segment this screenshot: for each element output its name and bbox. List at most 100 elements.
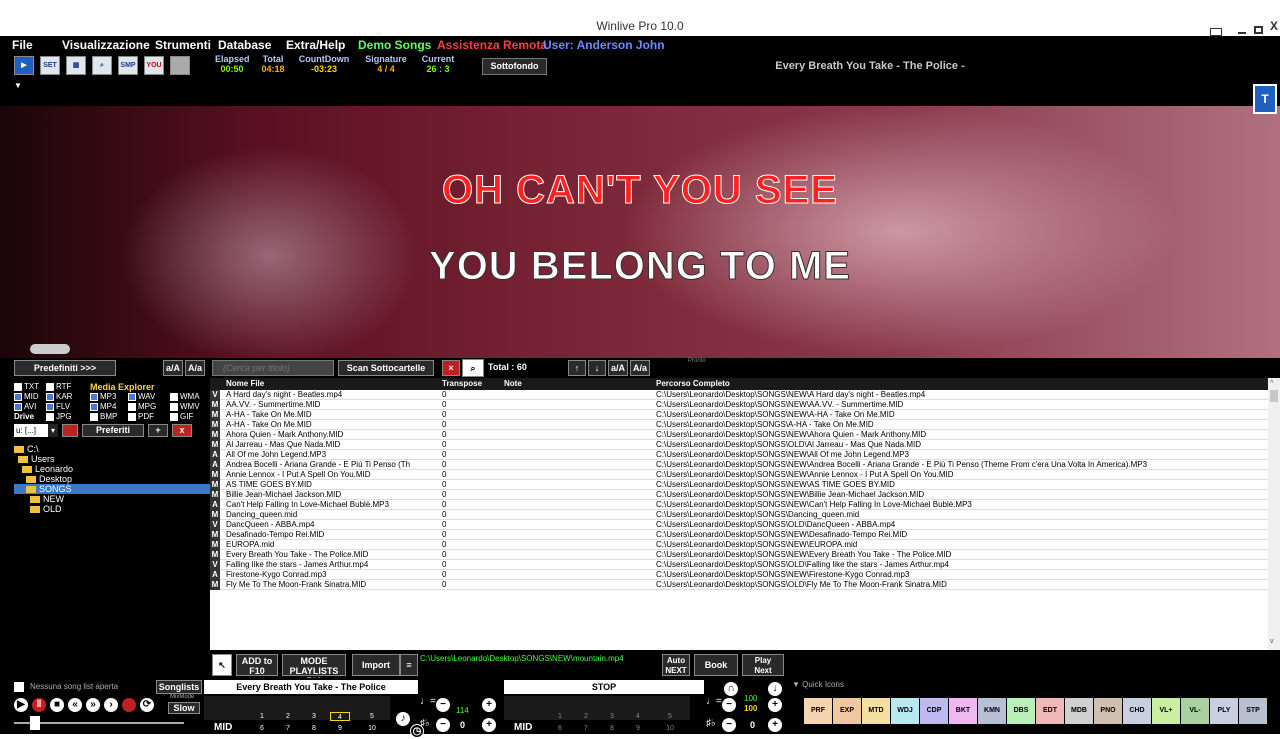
- deck2-num-4[interactable]: 4: [628, 712, 648, 721]
- menu-icon[interactable]: ≡: [400, 654, 418, 676]
- stop-icon[interactable]: ■: [50, 698, 64, 712]
- deck2-num-6[interactable]: 6: [550, 724, 570, 733]
- table-row[interactable]: M AA.VV. - Summertime.MID 0 C:\Users\Leonar…: [210, 400, 1280, 410]
- record-icon[interactable]: [122, 698, 136, 712]
- deck1-num-5[interactable]: 5: [362, 712, 382, 721]
- close-icon[interactable]: X: [1270, 20, 1278, 32]
- kar-checkbox[interactable]: [46, 392, 54, 401]
- quick-icon-mtd[interactable]: MTD: [862, 698, 890, 724]
- scroll-thumb[interactable]: [1270, 390, 1278, 402]
- minimize-icon[interactable]: [1238, 32, 1246, 34]
- download-icon[interactable]: ↓: [768, 682, 782, 696]
- flv-checkbox[interactable]: [46, 402, 54, 411]
- column-header-transpose[interactable]: Transpose: [442, 378, 482, 390]
- quick-icon-stp[interactable]: STP: [1239, 698, 1267, 724]
- bmp-checkbox[interactable]: [90, 412, 98, 421]
- scan-subfolders-button[interactable]: Scan Sottocartelle: [338, 360, 434, 376]
- mp4-checkbox[interactable]: [90, 402, 98, 411]
- grid-uppercase-button[interactable]: A/a: [630, 360, 650, 376]
- tempo-up-button[interactable]: +: [482, 698, 496, 712]
- grid-scrollbar[interactable]: ^ v: [1268, 378, 1280, 650]
- table-row[interactable]: V DancQueen - ABBA.mp4 0 C:\Users\Leonardo\…: [210, 520, 1280, 530]
- table-row[interactable]: M Dancing_queen.mid 0 C:\Users\Leonardo\Des…: [210, 510, 1280, 520]
- mode-button[interactable]: MODEPLAYLISTS F10: [282, 654, 346, 686]
- play-icon[interactable]: ▶: [14, 698, 28, 712]
- sottofondo-button[interactable]: Sottofondo: [482, 58, 547, 75]
- deck1-num-3[interactable]: 3: [304, 712, 324, 721]
- table-row[interactable]: M A-HA - Take On Me.MID 0 C:\Users\Leonardo…: [210, 410, 1280, 420]
- remove-favorite-button[interactable]: x: [172, 424, 192, 437]
- quick-icon-prf[interactable]: PRF: [804, 698, 832, 724]
- add-to-button[interactable]: ADD to F10: [236, 654, 278, 676]
- deck2-tempo-down-button[interactable]: −: [722, 698, 736, 712]
- caret-down-icon[interactable]: ▼: [14, 81, 22, 90]
- tempo-down-button[interactable]: −: [436, 698, 450, 712]
- move-up-button[interactable]: ↑: [568, 360, 586, 376]
- search-icon[interactable]: ⌕: [462, 359, 484, 377]
- wmv-checkbox[interactable]: [170, 402, 178, 411]
- deck1-num-1[interactable]: 1: [252, 712, 272, 721]
- search-input[interactable]: [212, 360, 334, 376]
- rewind-icon[interactable]: «: [68, 698, 82, 712]
- deck1-num-10[interactable]: 10: [362, 724, 382, 733]
- loop-icon[interactable]: ⟳: [140, 698, 154, 712]
- wma-checkbox[interactable]: [170, 392, 178, 401]
- uppercase-button[interactable]: A/a: [185, 360, 205, 376]
- tree-item-desktop[interactable]: Desktop: [14, 474, 210, 484]
- next-track-icon[interactable]: ›: [104, 698, 118, 712]
- forward-icon[interactable]: »: [86, 698, 100, 712]
- table-row[interactable]: M EUROPA.mid 0 C:\Users\Leonardo\Desktop\SO…: [210, 540, 1280, 550]
- deck2-num-10[interactable]: 10: [660, 724, 680, 733]
- maximize-icon[interactable]: [1254, 26, 1263, 34]
- table-row[interactable]: M Fly Me To The Moon-Frank Sinatra.MID 0 C:…: [210, 580, 1280, 590]
- chevron-down-icon[interactable]: ▾: [48, 424, 58, 437]
- quick-icon-edt[interactable]: EDT: [1036, 698, 1064, 724]
- menu-remote[interactable]: Assistenza Remota: [437, 38, 547, 52]
- deck2-num-1[interactable]: 1: [550, 712, 570, 721]
- menu-extra[interactable]: Extra/Help: [286, 38, 345, 52]
- menu-database[interactable]: Database: [218, 38, 271, 52]
- table-row[interactable]: A Can't Help Falling In Love-Michael Bubl…: [210, 500, 1280, 510]
- deck1-mic-icon[interactable]: ♪: [396, 712, 410, 726]
- songlists-button[interactable]: Songlists: [156, 680, 202, 694]
- table-row[interactable]: M Billie Jean-Michael Jackson.MID 0 C:\User…: [210, 490, 1280, 500]
- youtube-icon[interactable]: YOU: [144, 56, 164, 75]
- tree-item-leonardo[interactable]: Leonardo: [14, 464, 210, 474]
- scroll-down-icon[interactable]: v: [1270, 638, 1274, 645]
- deck2-num-8[interactable]: 8: [602, 724, 622, 733]
- quick-icon-ply[interactable]: PLY: [1210, 698, 1238, 724]
- play-next-button[interactable]: Play Next: [742, 654, 784, 676]
- position-slider-thumb[interactable]: [30, 716, 40, 730]
- jpg-checkbox[interactable]: [46, 412, 54, 421]
- column-header-name[interactable]: Nome File: [226, 378, 264, 390]
- table-row[interactable]: A Andrea Bocelli - Ariana Grande - E Più …: [210, 460, 1280, 470]
- avi-checkbox[interactable]: [14, 402, 22, 411]
- mid-checkbox[interactable]: [14, 392, 22, 401]
- column-header-note[interactable]: Note: [504, 378, 522, 390]
- import-button[interactable]: Import: [352, 654, 400, 676]
- deck2-num-7[interactable]: 7: [576, 724, 596, 733]
- search-icon[interactable]: ⌕: [92, 56, 112, 75]
- deck2-num-2[interactable]: 2: [576, 712, 596, 721]
- sampler-icon[interactable]: SMP: [118, 56, 138, 75]
- grid-icon[interactable]: ▦: [66, 56, 86, 75]
- move-down-button[interactable]: ↓: [588, 360, 606, 376]
- quick-icon-cdp[interactable]: CDP: [920, 698, 948, 724]
- transpose-down-button[interactable]: −: [436, 718, 450, 732]
- pdf-checkbox[interactable]: [128, 412, 136, 421]
- headphones-icon[interactable]: ∩: [724, 682, 738, 696]
- transpose-up-button[interactable]: +: [482, 718, 496, 732]
- table-row[interactable]: M Desafinado-Tempo Rei.MID 0 C:\Users\Leona…: [210, 530, 1280, 540]
- table-row[interactable]: M Every Breath You Take - The Police.MID 0…: [210, 550, 1280, 560]
- quick-icon-mdb[interactable]: MDB: [1065, 698, 1093, 724]
- quick-icon-kmn[interactable]: KMN: [978, 698, 1006, 724]
- predefiniti-button[interactable]: Predefiniti >>>: [14, 360, 116, 376]
- deck2-tempo-up-button[interactable]: +: [768, 698, 782, 712]
- quick-icon-dbs[interactable]: DBS: [1007, 698, 1035, 724]
- quick-icon-chd[interactable]: CHD: [1123, 698, 1151, 724]
- table-row[interactable]: A Firestone-Kygo Conrad.mp3 0 C:\Users\Leon…: [210, 570, 1280, 580]
- cursor-icon[interactable]: ↖: [212, 654, 232, 676]
- book-button[interactable]: Book: [694, 654, 738, 676]
- refresh-icon[interactable]: [62, 424, 78, 437]
- deck1-num-9[interactable]: 9: [330, 724, 350, 733]
